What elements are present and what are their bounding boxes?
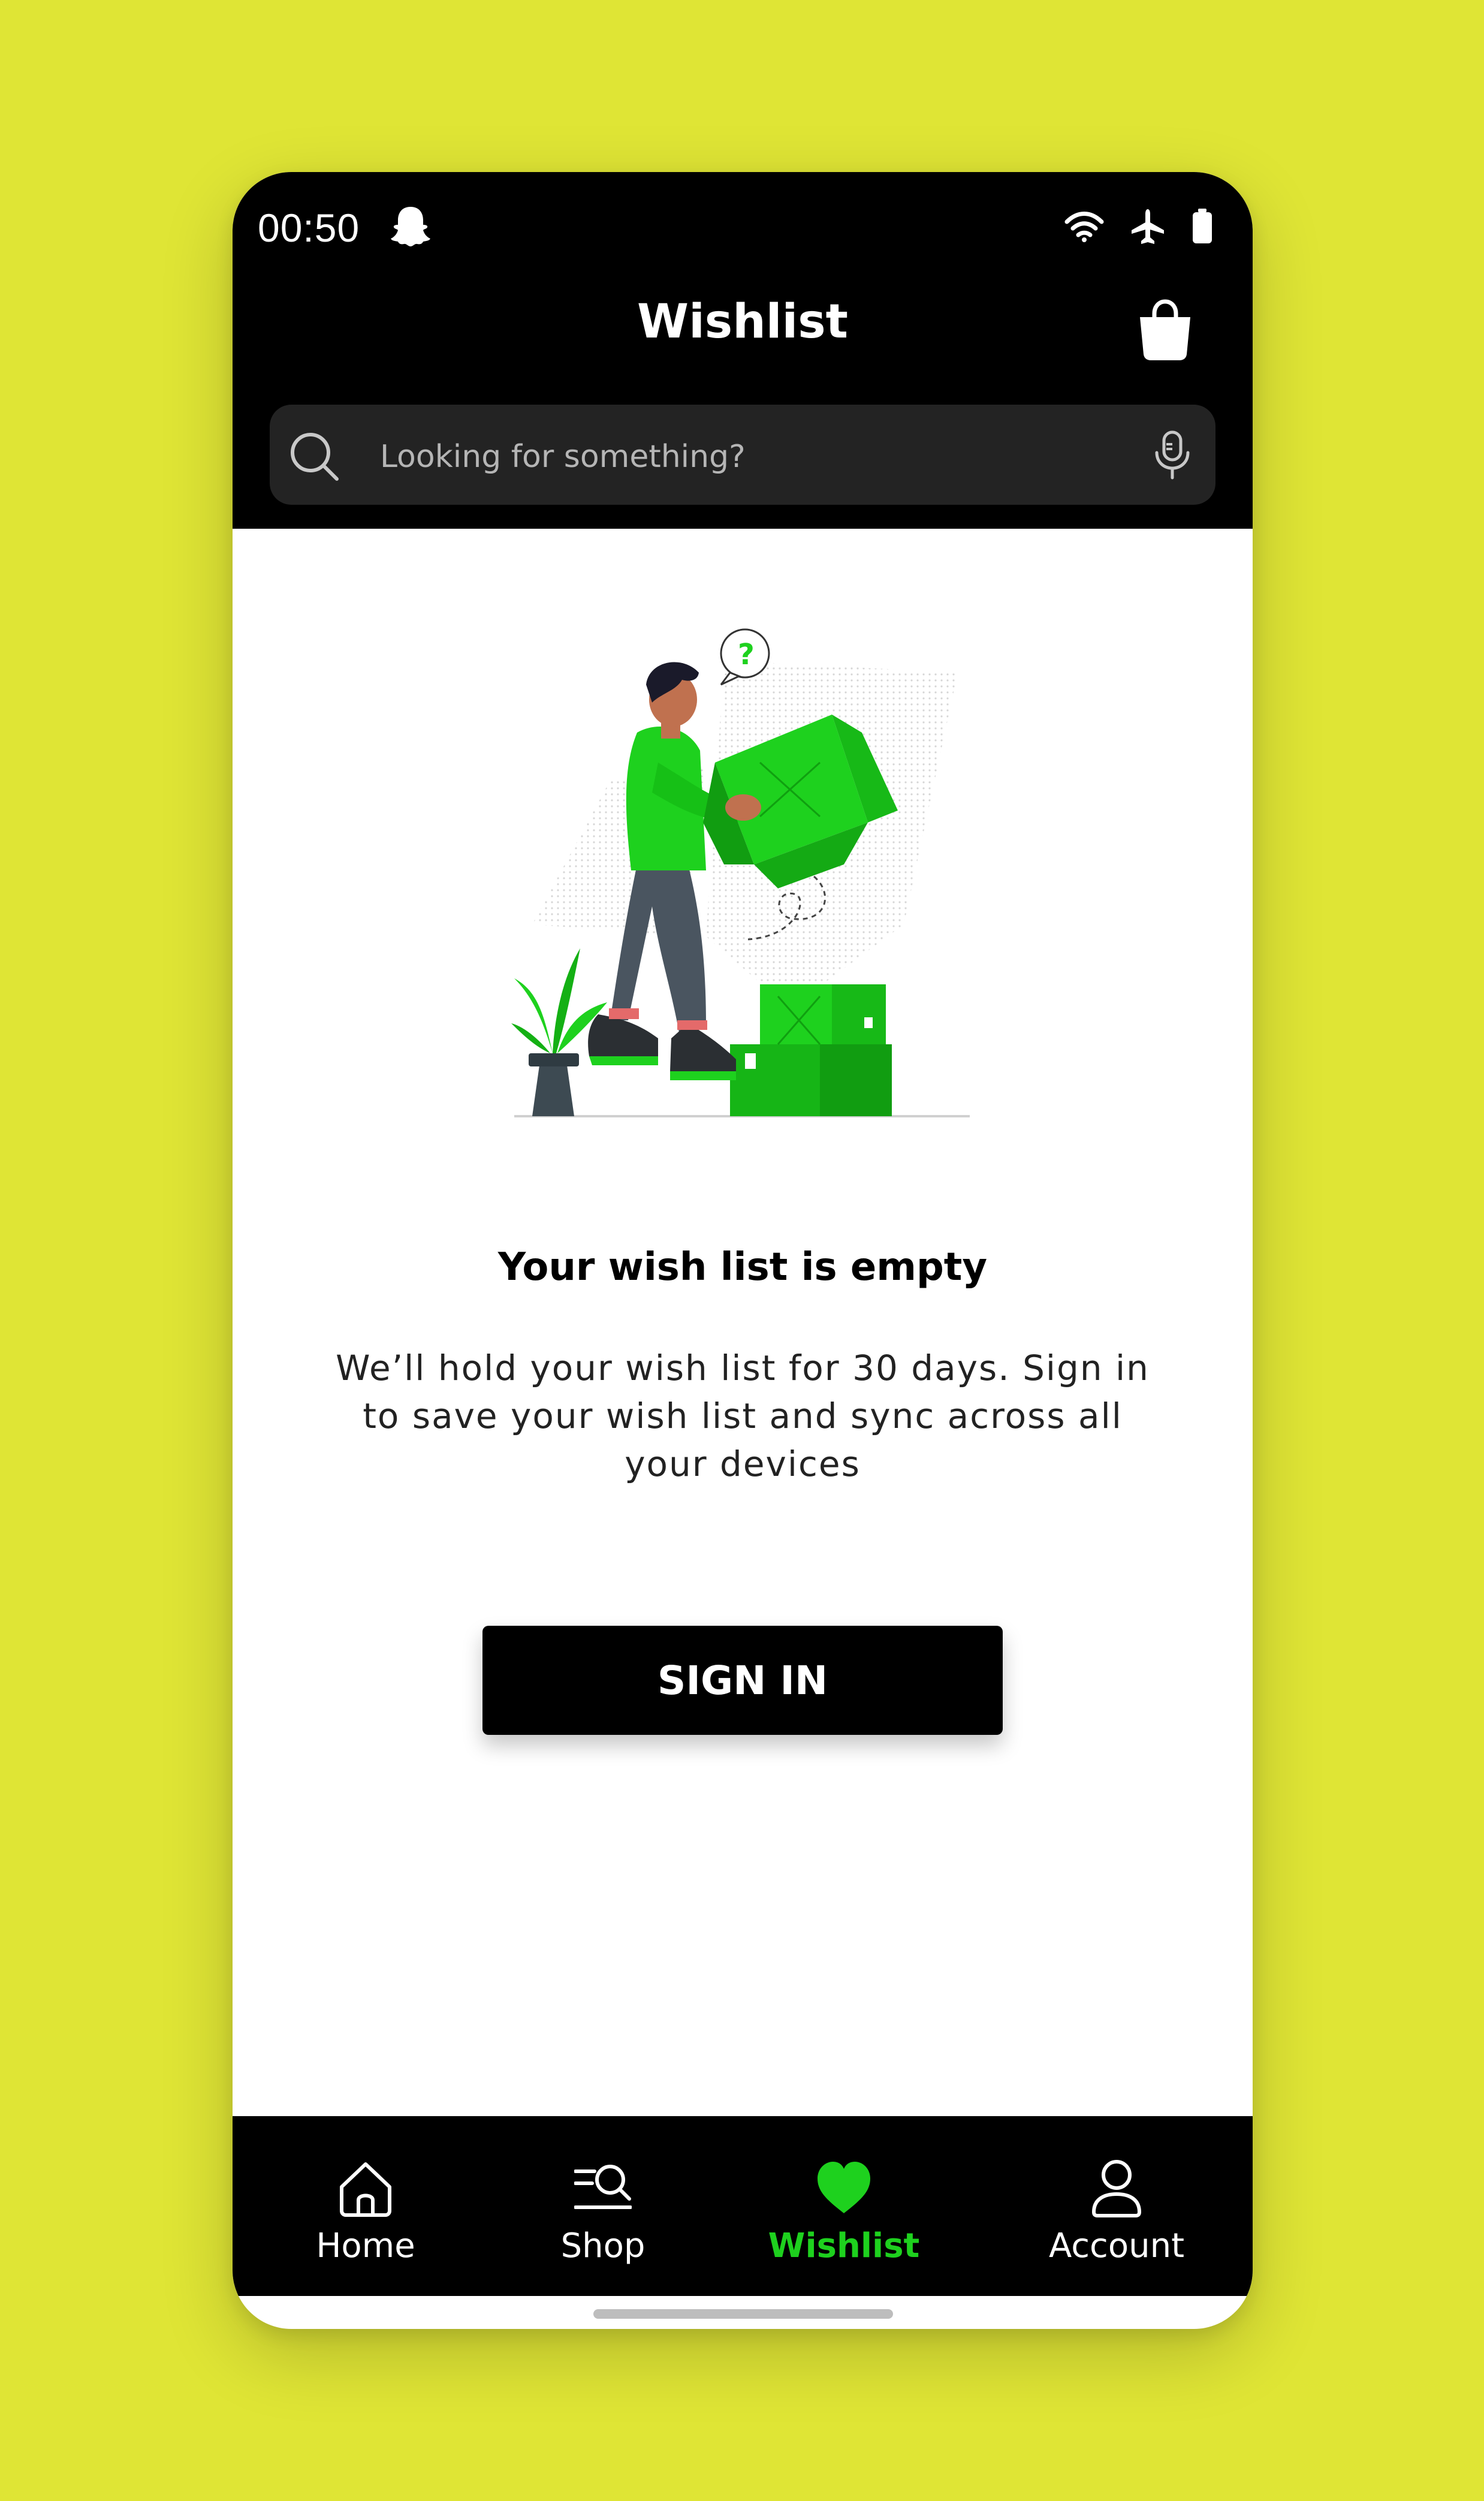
search-bar[interactable]: Looking for something? — [270, 405, 1215, 505]
app-header: 00:50 Wishlist Looking for something? — [233, 172, 1253, 529]
status-icons — [1064, 208, 1213, 245]
nav-item-home[interactable]: Home — [297, 2116, 435, 2296]
nav-label-account: Account — [1048, 2226, 1185, 2265]
phone-screen: 00:50 Wishlist Looking for something? ? … — [233, 172, 1253, 2329]
home-indicator[interactable] — [593, 2309, 893, 2319]
nav-label-shop: Shop — [560, 2226, 646, 2265]
shop-search-icon — [574, 2165, 632, 2209]
empty-state-title: Your wish list is empty — [497, 1245, 988, 1289]
page-title: Wishlist — [637, 295, 848, 349]
battery-icon — [1193, 209, 1212, 243]
nav-item-shop[interactable]: Shop — [537, 2116, 669, 2296]
svg-text:?: ? — [738, 638, 755, 671]
search-icon — [291, 433, 339, 481]
search-input[interactable]: Looking for something? — [380, 439, 746, 475]
bottom-navigation: Home Shop Wishlist Account — [233, 2116, 1253, 2296]
home-icon — [340, 2162, 391, 2217]
empty-state-description: We’ll hold your wish list for 30 days. S… — [336, 1348, 1150, 1484]
heart-icon — [818, 2162, 870, 2213]
user-icon — [1091, 2160, 1142, 2217]
snapchat-ghost-icon — [391, 207, 430, 246]
nav-label-wishlist: Wishlist — [768, 2226, 920, 2265]
nav-item-account[interactable]: Account — [1036, 2116, 1198, 2296]
empty-wishlist-illustration: ? — [511, 628, 970, 1117]
microphone-icon[interactable] — [1151, 430, 1194, 481]
wifi-icon — [1064, 212, 1104, 242]
shopping-bag-icon[interactable] — [1136, 299, 1194, 361]
nav-item-wishlist[interactable]: Wishlist — [768, 2116, 920, 2296]
airplane-icon — [1132, 209, 1164, 244]
nav-label-home: Home — [316, 2226, 415, 2265]
sign-in-button[interactable]: SIGN IN — [482, 1626, 1003, 1735]
status-time: 00:50 — [258, 206, 360, 250]
